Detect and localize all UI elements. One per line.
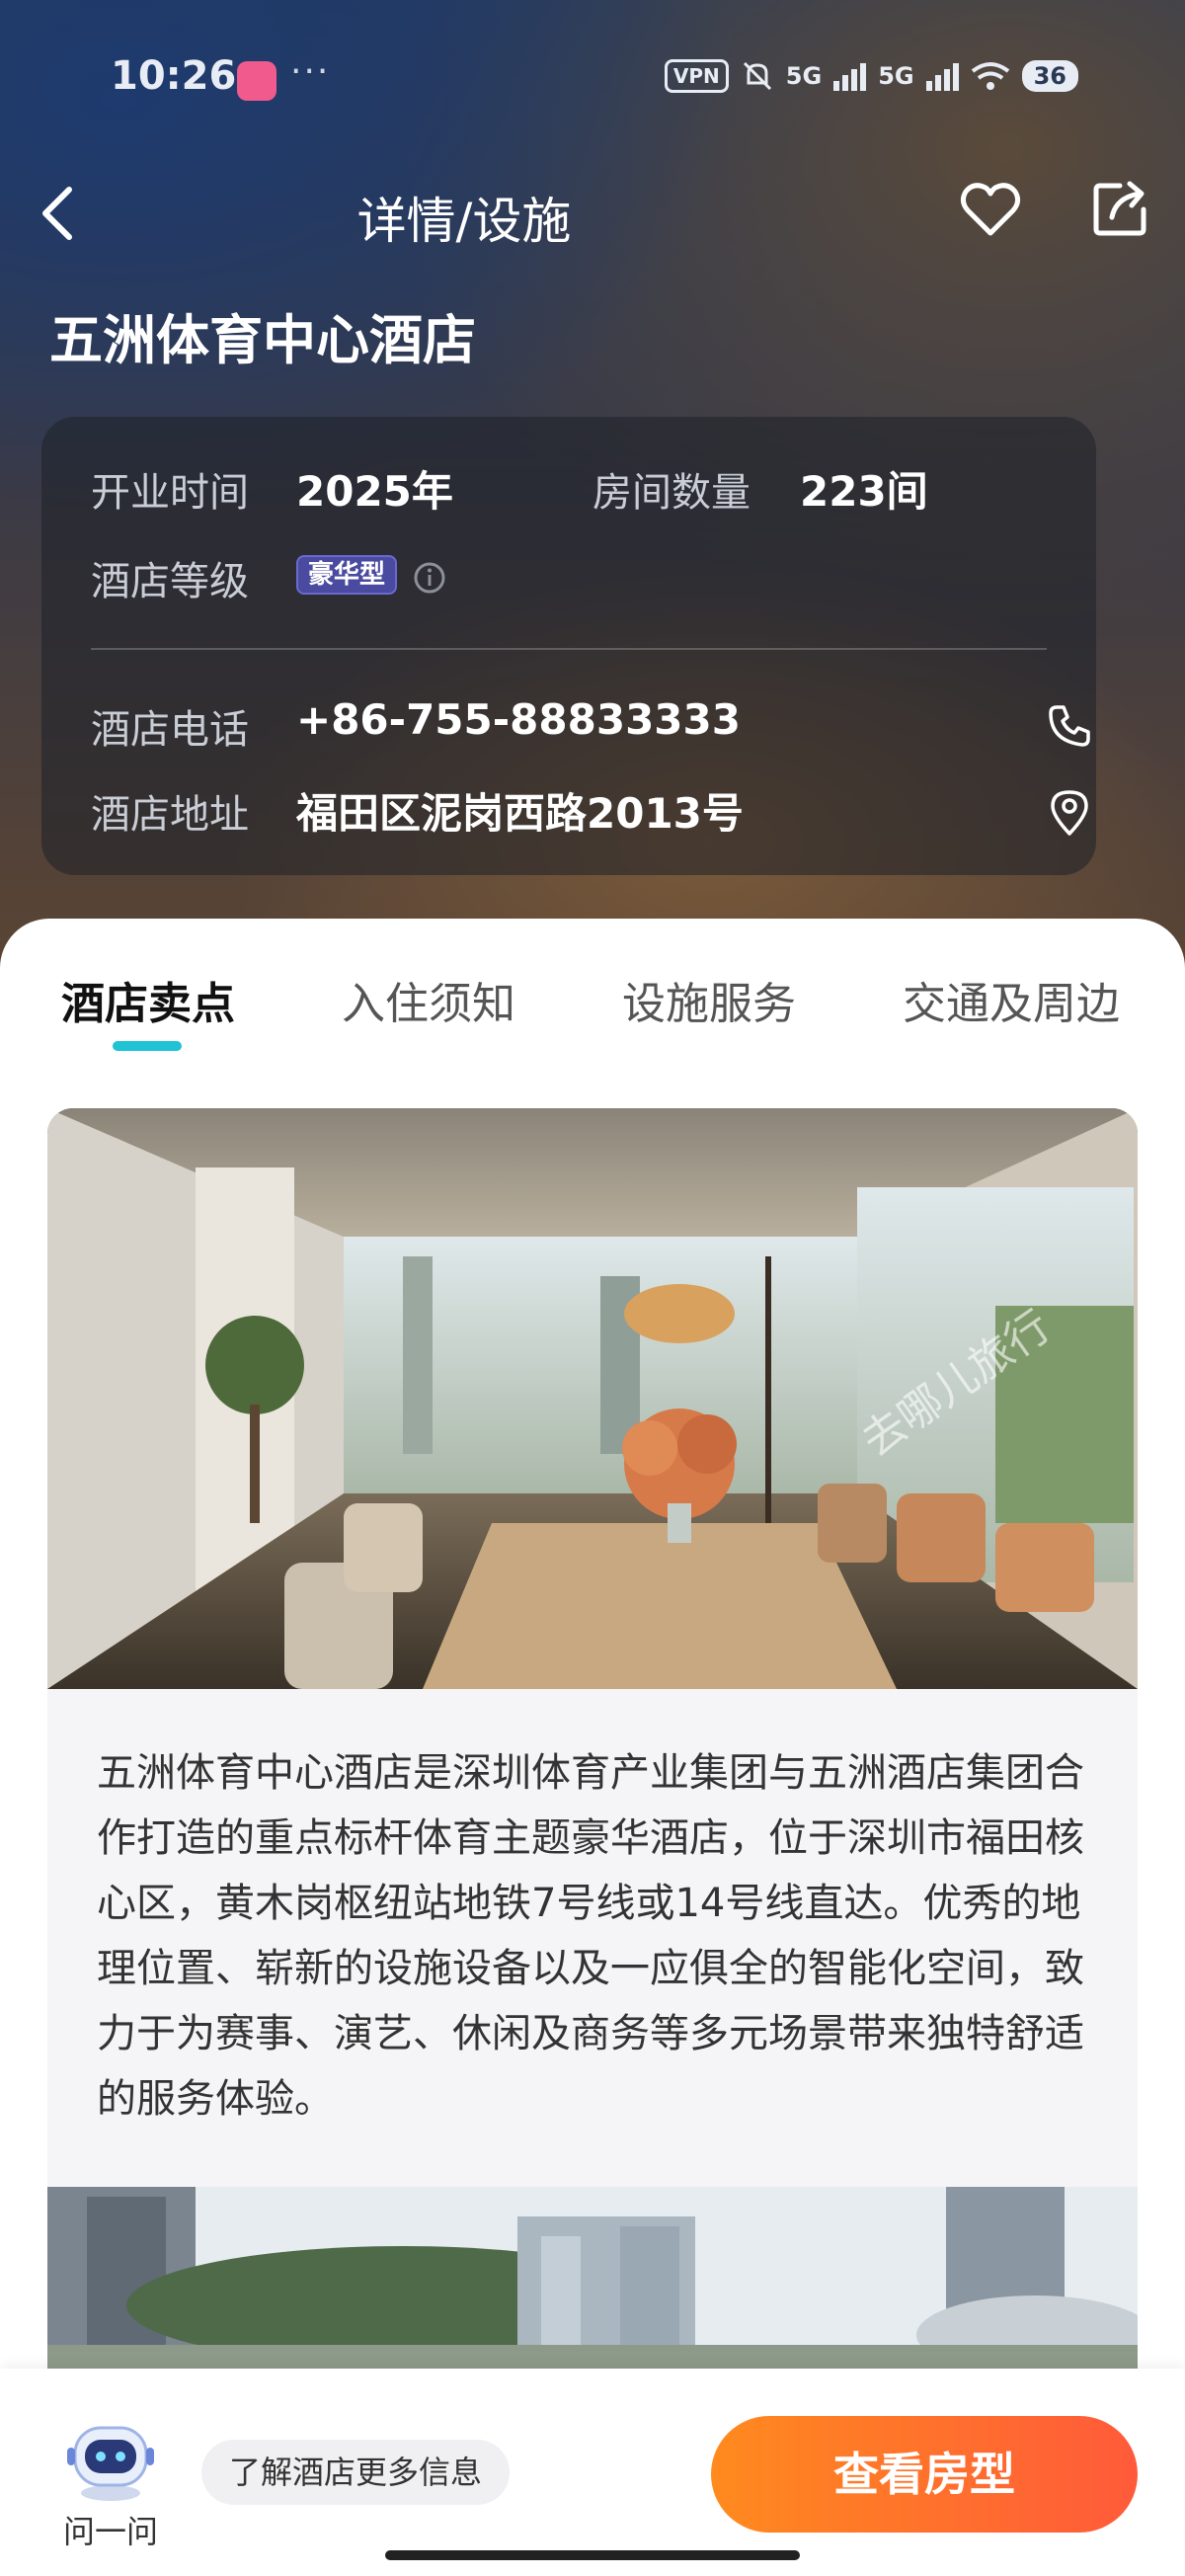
battery-indicator: 36 bbox=[1021, 60, 1078, 92]
app-notification-icon bbox=[237, 61, 276, 101]
address-label: 酒店地址 bbox=[91, 792, 249, 838]
grade-label: 酒店等级 bbox=[91, 559, 249, 604]
active-tab-indicator bbox=[113, 1041, 182, 1051]
nav-bar: 详情/设施 bbox=[0, 158, 1185, 267]
mute-icon bbox=[743, 61, 771, 91]
tab-selling-points[interactable]: 酒店卖点 bbox=[61, 968, 235, 1031]
tab-bar: 酒店卖点 入住须知 设施服务 交通及周边 bbox=[0, 919, 1185, 1057]
phone-value[interactable]: +86-755-88833333 bbox=[296, 695, 741, 744]
phone-label: 酒店电话 bbox=[91, 707, 249, 753]
signal-icon bbox=[833, 61, 867, 91]
card-divider bbox=[91, 648, 1047, 650]
hotel-lobby-photo[interactable]: 去哪儿旅行 bbox=[47, 1108, 1138, 1689]
hotel-name: 五洲体育中心酒店 bbox=[49, 309, 476, 371]
grade-badge: 豪华型 bbox=[296, 555, 398, 595]
location-pin-icon[interactable] bbox=[1047, 788, 1092, 838]
tab-check-in-notes[interactable]: 入住须知 bbox=[342, 968, 515, 1031]
page-title: 详情/设施 bbox=[356, 193, 572, 250]
more-info-chip[interactable]: 了解酒店更多信息 bbox=[201, 2440, 511, 2505]
assistant-robot-icon[interactable] bbox=[61, 2414, 160, 2503]
status-indicators: VPN 5G 5G 36 bbox=[664, 59, 1078, 93]
tab-facilities[interactable]: 设施服务 bbox=[622, 968, 796, 1031]
address-value[interactable]: 福田区泥岗西路2013号 bbox=[296, 780, 744, 841]
view-rooms-button[interactable]: 查看房型 bbox=[711, 2416, 1138, 2533]
open-time-label: 开业时间 bbox=[91, 470, 249, 516]
favorite-heart-icon[interactable] bbox=[958, 178, 1023, 243]
hotel-description: 五洲体育中心酒店是深圳体育产业集团与五洲酒店集团合作打造的重点标杆体育主题豪华酒… bbox=[97, 1750, 1084, 2122]
phone-icon[interactable] bbox=[1047, 703, 1092, 749]
home-indicator[interactable] bbox=[385, 2550, 800, 2560]
status-more-dots: ··· bbox=[290, 51, 331, 92]
selling-points-card: 去哪儿旅行 五洲体育中心酒店是深圳体育产业集团与五洲酒店集团合作打造的重点标杆体… bbox=[47, 1108, 1138, 2422]
network-5g-label-2: 5G bbox=[878, 62, 914, 90]
open-time-value: 2025年 bbox=[296, 467, 453, 516]
network-5g-label: 5G bbox=[785, 62, 823, 90]
status-bar: 10:26 ··· VPN 5G 5G 36 bbox=[0, 0, 1185, 158]
tab-transport[interactable]: 交通及周边 bbox=[903, 968, 1120, 1031]
hotel-info-card: 开业时间 2025年 房间数量 223间 酒店等级 豪华型 酒店电话 +86-7… bbox=[41, 417, 1096, 875]
info-icon[interactable] bbox=[413, 561, 446, 595]
status-time: 10:26 bbox=[111, 53, 237, 99]
details-sheet: 酒店卖点 入住须知 设施服务 交通及周边 去哪儿旅行 五洲体育中心酒店是深圳体育… bbox=[0, 919, 1185, 2422]
share-icon[interactable] bbox=[1090, 178, 1151, 239]
room-count-label: 房间数量 bbox=[592, 470, 750, 516]
wifi-icon bbox=[971, 62, 1009, 90]
ask-label[interactable]: 问一问 bbox=[61, 2507, 160, 2552]
signal-icon-2 bbox=[925, 61, 959, 91]
room-count-value: 223间 bbox=[800, 467, 928, 516]
vpn-icon: VPN bbox=[664, 59, 729, 93]
bottom-action-bar: 问一问 了解酒店更多信息 查看房型 bbox=[0, 2369, 1185, 2576]
